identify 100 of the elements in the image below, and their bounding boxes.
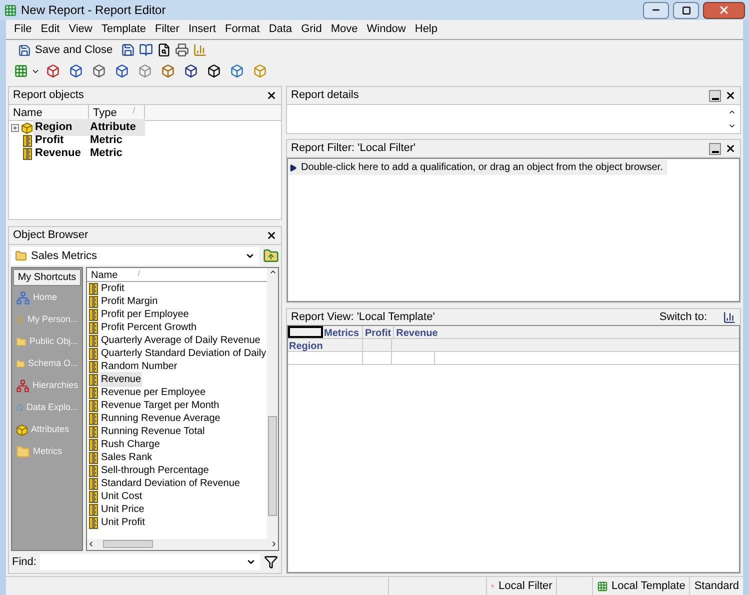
metric-item[interactable]: Revenue Target per Month (100, 398, 220, 413)
column-header: Profit (362, 326, 394, 338)
vertical-scrollbar[interactable] (267, 268, 278, 538)
metrics-header: Metrics (323, 327, 360, 338)
close-icon[interactable] (266, 230, 277, 241)
template-status-icon (596, 580, 608, 592)
expand-toggle[interactable] (11, 124, 19, 132)
panel-title: Report objects (13, 88, 85, 104)
filter-icon[interactable] (264, 554, 278, 569)
grid-corner-cell[interactable] (288, 326, 323, 338)
object-type: Attribute (89, 119, 145, 136)
caret-icon (245, 251, 255, 261)
metric-item[interactable]: Rush Charge (100, 437, 161, 452)
metric-item[interactable]: Standard Deviation of Revenue (100, 476, 241, 491)
panel-title: Report View: 'Local Template' (291, 310, 436, 325)
maximize-button[interactable] (673, 2, 699, 18)
metric-item[interactable]: Profit per Employee (100, 307, 190, 322)
menu-item[interactable]: View (68, 21, 92, 38)
menu-item[interactable]: Help (414, 21, 438, 38)
folder-icon (15, 250, 27, 262)
menu-item[interactable]: Window (366, 21, 406, 38)
cube-icon (21, 122, 33, 134)
ruler-icon (89, 386, 98, 398)
column-header[interactable]: Name / (87, 268, 268, 282)
grid-icon[interactable] (14, 64, 28, 78)
menu-item[interactable]: Grid (301, 21, 322, 38)
menu-item[interactable]: Move (330, 21, 358, 38)
ruler-icon (89, 478, 98, 490)
metric-item[interactable]: Running Revenue Average (100, 411, 222, 426)
metric-item[interactable]: Random Number (100, 359, 178, 374)
ruler-icon (89, 490, 98, 502)
toolbar-icon[interactable] (184, 64, 198, 78)
save-icon (18, 44, 31, 56)
folder-dropdown[interactable]: Sales Metrics (11, 247, 259, 265)
save-and-close-button[interactable]: Save and Close (14, 42, 117, 58)
ruler-icon (89, 374, 98, 386)
minimize-pane-button[interactable] (709, 90, 721, 102)
close-icon (718, 4, 730, 16)
menu-item[interactable]: Filter (155, 21, 180, 38)
print-preview-icon[interactable] (156, 43, 171, 57)
menu-item[interactable]: Format (224, 21, 260, 38)
column-header: Revenue (393, 326, 440, 338)
metric-item[interactable]: Quarterly Standard Deviation of Daily (100, 346, 268, 361)
menu-item[interactable]: File (14, 21, 32, 38)
switch-label: Switch to: (659, 310, 707, 325)
close-icon[interactable] (725, 143, 736, 154)
toolbar-icon[interactable] (115, 64, 129, 78)
metric-item[interactable]: Unit Price (100, 502, 146, 517)
chart-view-icon[interactable] (723, 310, 736, 324)
panel-title: Report details (291, 88, 360, 104)
toolbar-icon[interactable] (69, 64, 83, 78)
close-icon[interactable] (266, 90, 277, 101)
ruler-icon (89, 322, 98, 334)
panel-title: Object Browser (13, 228, 90, 244)
folder-icon (16, 445, 30, 459)
metric-item[interactable]: Profit (100, 281, 126, 296)
metric-item[interactable]: Quarterly Average of Daily Revenue (100, 333, 262, 348)
menu-item[interactable]: Insert (188, 21, 216, 38)
printer-icon[interactable] (174, 43, 189, 57)
shortcuts-header[interactable]: My Shortcuts (13, 269, 81, 286)
menu-item[interactable]: Edit (40, 21, 60, 38)
status-template: Local Template (612, 578, 686, 594)
status-mode: Standard (693, 578, 740, 594)
close-icon[interactable] (725, 90, 736, 101)
ruler-icon (89, 504, 98, 516)
metric-item[interactable]: Profit Margin (100, 294, 159, 309)
scroll-left-icon (87, 540, 95, 548)
metric-item[interactable]: Sell-through Percentage (100, 463, 210, 478)
metric-item[interactable]: Unit Cost (100, 489, 144, 504)
ruler-icon (89, 282, 98, 294)
book-icon[interactable] (138, 43, 153, 57)
ruler-icon (22, 148, 32, 160)
find-field[interactable] (40, 554, 260, 570)
window-title: New Report - Report Editor (21, 2, 167, 19)
metric-item[interactable]: Profit Percent Growth (100, 320, 198, 335)
app-icon (4, 4, 17, 16)
menu-item[interactable]: Data (268, 21, 292, 38)
metric-item[interactable]: Unit Profit (100, 515, 146, 530)
toolbar-icon[interactable] (207, 64, 221, 78)
find-label: Find: (12, 554, 36, 570)
close-button[interactable] (703, 2, 745, 18)
ruler-icon (89, 438, 98, 450)
ruler-icon (89, 464, 98, 476)
menu-item[interactable]: Template (101, 21, 146, 38)
metric-item[interactable]: Running Revenue Total (100, 424, 206, 439)
toolbar-chart-icon[interactable] (192, 43, 207, 57)
object-type: Metric (89, 146, 124, 162)
scroll-up-icon (728, 108, 736, 116)
horizontal-scrollbar[interactable] (87, 538, 278, 550)
folder-icon (16, 335, 26, 349)
scroll-down-icon (728, 122, 736, 130)
metric-item[interactable]: Sales Rank (100, 450, 154, 465)
ruler-icon (89, 516, 98, 528)
save-icon[interactable] (120, 43, 135, 57)
object-name[interactable]: Region (33, 119, 89, 136)
metric-item[interactable]: Revenue per Employee (100, 385, 207, 400)
metric-item[interactable]: Revenue (100, 372, 142, 387)
ruler-icon (89, 360, 98, 372)
minimize-pane-button[interactable] (709, 142, 721, 154)
folder-up-icon[interactable] (263, 248, 279, 264)
